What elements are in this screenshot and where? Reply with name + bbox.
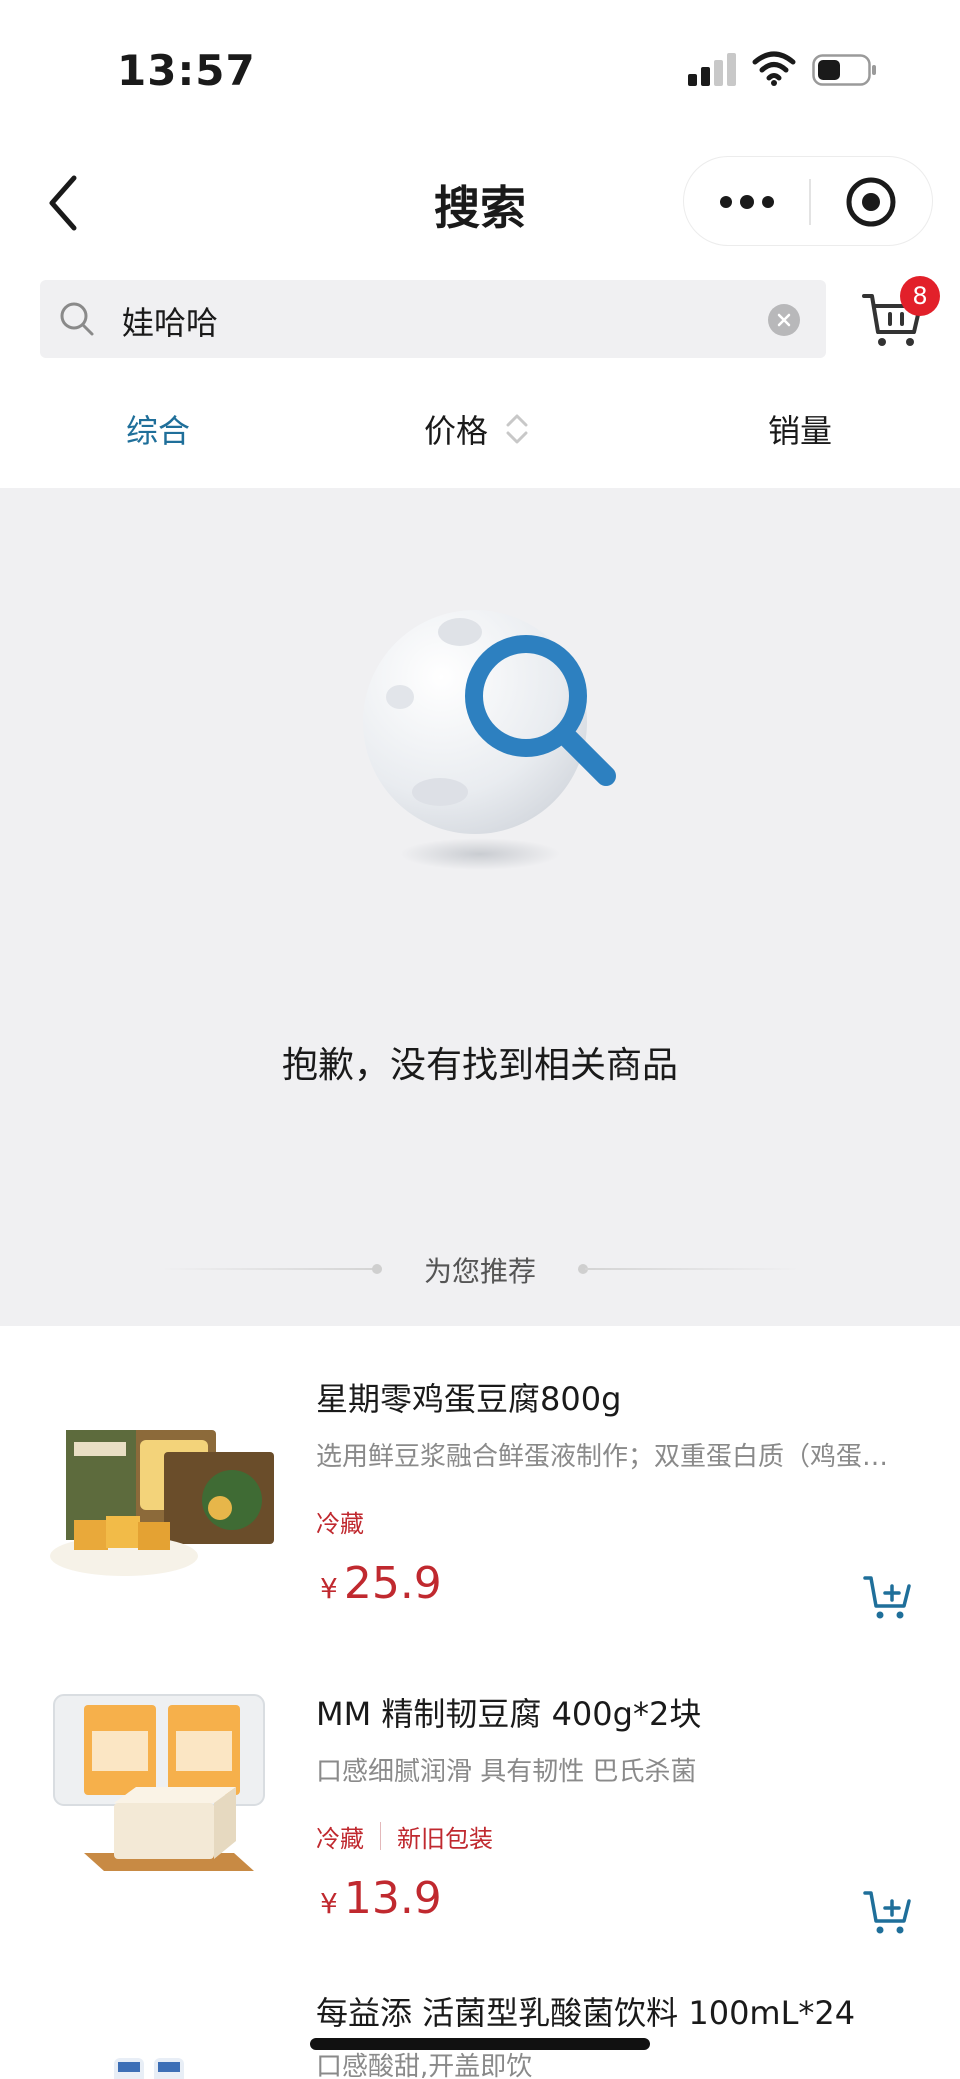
product-card[interactable]: 星期零鸡蛋豆腐800g 选用鲜豆浆融合鲜蛋液制作；双重蛋白质（鸡蛋… 冷藏 ¥2… xyxy=(0,1340,960,1640)
product-tags: 冷藏 新旧包装 xyxy=(316,1819,493,1853)
add-to-cart-icon[interactable] xyxy=(862,1570,914,1622)
product-name[interactable]: 每益添 活菌型乳酸菌饮料 100mL*24 xyxy=(316,1988,855,2034)
add-to-cart-icon[interactable] xyxy=(862,1885,914,1937)
moon-magnifier-icon xyxy=(363,610,616,870)
tofu-box-package-icon xyxy=(50,1430,274,1576)
product-card[interactable]: MM 精制韧豆腐 400g*2块 口感细腻润滑 具有韧性 巴氏杀菌 冷藏 新旧包… xyxy=(0,1655,960,1955)
drink-bottles-icon xyxy=(114,2058,184,2079)
product-name[interactable]: 星期零鸡蛋豆腐800g xyxy=(316,1374,621,1420)
search-icon xyxy=(60,302,94,336)
status-time: 13:57 xyxy=(117,46,256,95)
sort-tabs: 综合 价格 销量 xyxy=(0,390,960,460)
battery-icon xyxy=(812,54,878,86)
product-price: ¥25.9 xyxy=(320,1558,442,1609)
divider-line xyxy=(585,1268,800,1270)
tag-new-old-packaging: 新旧包装 xyxy=(397,1824,493,1853)
status-bar: 13:57 xyxy=(0,0,960,140)
target-circle-icon xyxy=(846,177,896,227)
recommend-label: 为您推荐 xyxy=(423,1255,536,1288)
mini-program-capsule xyxy=(683,156,933,246)
sort-arrows-icon[interactable] xyxy=(502,408,532,450)
tab-comprehensive[interactable]: 综合 xyxy=(126,406,190,452)
tab-sales[interactable]: 销量 xyxy=(768,406,832,452)
recommend-divider: 为您推荐 xyxy=(160,1248,800,1288)
tofu-block-icon xyxy=(53,1694,265,1871)
product-price: ¥13.9 xyxy=(320,1873,442,1924)
close-mini-program-button[interactable] xyxy=(809,157,934,247)
product-card[interactable]: 每益添 活菌型乳酸菌饮料 100mL*24 口感酸甜,开盖即饮 xyxy=(0,1970,960,2079)
product-description: 口感细腻润滑 具有韧性 巴氏杀菌 xyxy=(316,1757,697,1787)
more-options-button[interactable] xyxy=(684,157,809,247)
clear-search-button[interactable] xyxy=(768,304,800,336)
cart-count-badge: 8 xyxy=(900,276,940,316)
navigation-bar: 搜索 xyxy=(0,140,960,264)
price-value: 25.9 xyxy=(343,1558,442,1609)
product-description: 口感酸甜,开盖即饮 xyxy=(316,2052,533,2079)
search-bar[interactable]: 娃哈哈 xyxy=(40,280,826,358)
empty-state: 抱歉，没有找到相关商品 为您推荐 xyxy=(0,488,960,1326)
product-description: 选用鲜豆浆融合鲜蛋液制作；双重蛋白质（鸡蛋… xyxy=(316,1442,889,1472)
currency-symbol: ¥ xyxy=(320,1887,338,1920)
search-input[interactable]: 娃哈哈 xyxy=(122,298,218,344)
product-tags: 冷藏 xyxy=(316,1504,364,1538)
empty-message: 抱歉，没有找到相关商品 xyxy=(281,1045,678,1086)
close-icon xyxy=(777,313,791,327)
product-name[interactable]: MM 精制韧豆腐 400g*2块 xyxy=(316,1689,701,1735)
tag-separator xyxy=(380,1822,381,1850)
tag-refrigerated: 冷藏 xyxy=(316,1509,364,1538)
tag-refrigerated: 冷藏 xyxy=(316,1824,364,1853)
price-value: 13.9 xyxy=(343,1873,442,1924)
home-indicator xyxy=(310,2038,650,2050)
tab-price[interactable]: 价格 xyxy=(424,406,488,452)
currency-symbol: ¥ xyxy=(320,1572,338,1605)
signal-icon xyxy=(688,52,738,86)
wifi-icon xyxy=(752,50,796,86)
